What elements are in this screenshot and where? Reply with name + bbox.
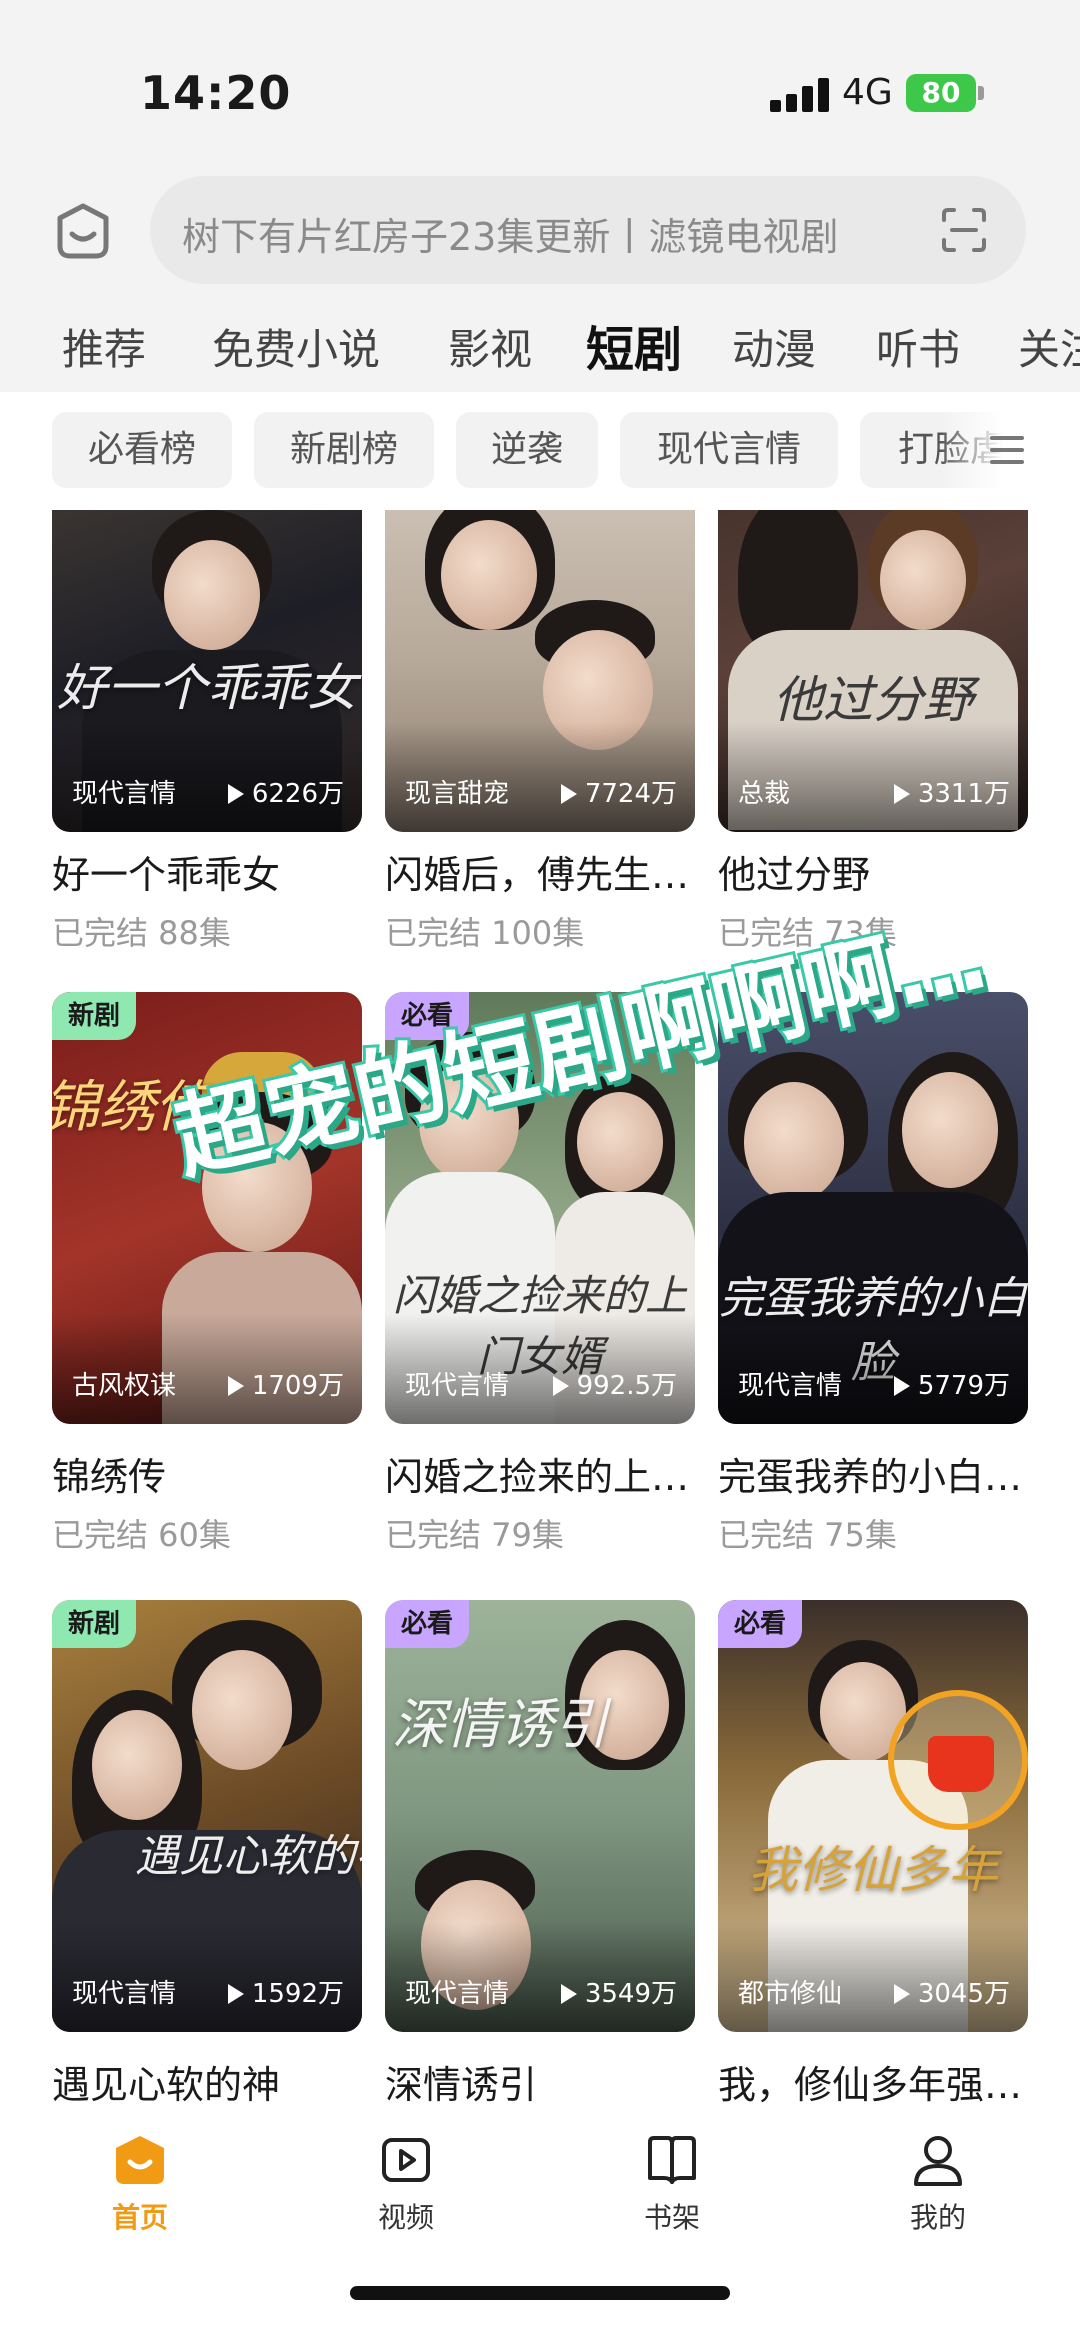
poster-image[interactable]: 深情诱引 必看 现代言情 3549万 bbox=[385, 1600, 695, 2032]
card-genre: 总裁 bbox=[738, 779, 791, 809]
play-count-icon bbox=[560, 784, 577, 804]
battery-tip bbox=[978, 86, 984, 100]
card-plays: 6226万 bbox=[227, 773, 344, 810]
app-screen: 14:20 4G 80 树下有片红房子23集更新丨滤镜电视剧 推荐 免费小说 影… bbox=[0, 0, 1080, 2341]
card-title[interactable]: 遇见心软的神 bbox=[52, 2054, 372, 2109]
card-genre: 现代言情 bbox=[405, 1371, 510, 1401]
profile-icon bbox=[910, 2132, 966, 2188]
poster-title: 好一个乖乖女 bbox=[57, 659, 357, 717]
chip-comeback[interactable]: 逆袭 bbox=[456, 412, 598, 488]
category-tabs: 推荐 免费小说 影视 短剧 动漫 听书 关注 bbox=[0, 316, 1080, 376]
status-time: 14:20 bbox=[140, 66, 292, 120]
home-indicator[interactable] bbox=[350, 2286, 730, 2300]
nav-profile[interactable]: 我的 bbox=[878, 2132, 998, 2236]
card-title[interactable]: 闪婚之捡来的上… bbox=[385, 1446, 705, 1501]
drama-grid: 好一个乖乖女 现代言情 6226万 好一个乖乖女 已完结 88集 现言甜宠 77… bbox=[0, 510, 1080, 2110]
badge-must-watch: 必看 bbox=[385, 1600, 470, 1648]
card-plays: 1709万 bbox=[227, 1365, 344, 1402]
card-meta: 已完结 88集 bbox=[52, 914, 231, 952]
tab-following[interactable]: 关注 bbox=[1018, 316, 1080, 376]
card-title[interactable]: 锦绣传 bbox=[52, 1446, 372, 1501]
card-genre: 古风权谋 bbox=[72, 1371, 177, 1401]
bottom-navigation: 首页 视频 书架 我的 bbox=[0, 2110, 1080, 2341]
tab-film-tv[interactable]: 影视 bbox=[448, 316, 532, 376]
tab-anime[interactable]: 动漫 bbox=[732, 316, 816, 376]
chip-new-drama[interactable]: 新剧榜 bbox=[254, 412, 434, 488]
card-genre: 现代言情 bbox=[405, 1979, 510, 2009]
card-meta: 已完结 79集 bbox=[385, 1516, 564, 1554]
nav-bookshelf[interactable]: 书架 bbox=[612, 2132, 732, 2236]
card-genre: 现代言情 bbox=[72, 1979, 177, 2009]
play-count-icon bbox=[560, 1984, 577, 2004]
play-count-icon bbox=[893, 1376, 910, 1396]
search-bar[interactable]: 树下有片红房子23集更新丨滤镜电视剧 bbox=[150, 176, 1026, 284]
card-title[interactable]: 闪婚后，傅先生… bbox=[385, 844, 705, 899]
nav-profile-label: 我的 bbox=[909, 2201, 966, 2234]
nav-video[interactable]: 视频 bbox=[346, 2132, 466, 2236]
poster-image[interactable]: 现言甜宠 7724万 bbox=[385, 510, 695, 832]
chip-must-watch[interactable]: 必看榜 bbox=[52, 412, 232, 488]
card-title[interactable]: 好一个乖乖女 bbox=[52, 844, 372, 899]
filter-chips: 必看榜 新剧榜 逆袭 现代言情 打脸虐渣 bbox=[0, 412, 1080, 490]
menu-icon[interactable] bbox=[990, 432, 1026, 468]
tab-short-drama[interactable]: 短剧 bbox=[586, 316, 682, 376]
poster-title: 遇见心软的神 bbox=[135, 1831, 362, 1882]
poster-image[interactable]: 好一个乖乖女 现代言情 6226万 bbox=[52, 510, 362, 832]
card-plays: 3549万 bbox=[560, 1973, 677, 2010]
card-plays: 5779万 bbox=[893, 1365, 1010, 1402]
app-logo-icon[interactable] bbox=[52, 200, 114, 262]
card-genre: 现言甜宠 bbox=[405, 779, 510, 809]
card-meta: 已完结 100集 bbox=[385, 914, 585, 952]
badge-must-watch: 必看 bbox=[718, 1600, 803, 1648]
play-count-icon bbox=[227, 784, 244, 804]
play-count-icon bbox=[893, 784, 910, 804]
card-plays: 3311万 bbox=[893, 773, 1010, 810]
poster-image[interactable]: 他过分野 总裁 3311万 bbox=[718, 510, 1028, 832]
video-play-icon bbox=[378, 2132, 434, 2188]
card-plays: 3045万 bbox=[893, 1973, 1010, 2010]
header-area: 14:20 4G 80 树下有片红房子23集更新丨滤镜电视剧 推荐 免费小说 影… bbox=[0, 0, 1080, 392]
signal-icon bbox=[770, 78, 834, 112]
card-plays: 7724万 bbox=[560, 773, 677, 810]
card-meta: 已完结 60集 bbox=[52, 1516, 231, 1554]
card-plays: 992.5万 bbox=[552, 1365, 677, 1402]
play-count-icon bbox=[552, 1376, 569, 1396]
scan-icon[interactable] bbox=[940, 206, 988, 254]
card-plays: 1592万 bbox=[227, 1973, 344, 2010]
nav-home[interactable]: 首页 bbox=[80, 2132, 200, 2236]
battery-icon: 80 bbox=[906, 74, 976, 112]
card-title[interactable]: 深情诱引 bbox=[385, 2054, 705, 2109]
card-genre: 现代言情 bbox=[72, 779, 177, 809]
badge-new: 新剧 bbox=[52, 992, 137, 1040]
nav-bookshelf-label: 书架 bbox=[643, 2201, 700, 2234]
card-title[interactable]: 完蛋我养的小白… bbox=[718, 1446, 1038, 1501]
bookshelf-icon bbox=[644, 2132, 700, 2188]
card-meta: 已完结 75集 bbox=[718, 1516, 897, 1554]
nav-home-label: 首页 bbox=[111, 2201, 168, 2234]
tab-free-novels[interactable]: 免费小说 bbox=[212, 316, 380, 376]
tab-audiobooks[interactable]: 听书 bbox=[876, 316, 960, 376]
play-count-icon bbox=[227, 1984, 244, 2004]
nav-video-label: 视频 bbox=[377, 2201, 434, 2234]
search-input[interactable]: 树下有片红房子23集更新丨滤镜电视剧 bbox=[182, 206, 902, 261]
card-genre: 现代言情 bbox=[738, 1371, 843, 1401]
badge-new: 新剧 bbox=[52, 1600, 137, 1648]
card-title[interactable]: 我，修仙多年强… bbox=[718, 2054, 1038, 2109]
poster-title: 深情诱引 bbox=[392, 1693, 608, 1756]
chip-modern-romance[interactable]: 现代言情 bbox=[620, 412, 838, 488]
network-type: 4G bbox=[842, 72, 893, 113]
reward-pot-icon[interactable] bbox=[888, 1690, 1028, 1830]
status-bar: 14:20 4G 80 bbox=[0, 0, 1080, 160]
poster-image[interactable]: 遇见心软的神 新剧 现代言情 1592万 bbox=[52, 1600, 362, 2032]
play-count-icon bbox=[227, 1376, 244, 1396]
poster-title: 我修仙多年 bbox=[748, 1841, 998, 1899]
home-icon bbox=[112, 2132, 168, 2188]
play-count-icon bbox=[893, 1984, 910, 2004]
tab-recommend[interactable]: 推荐 bbox=[62, 316, 146, 376]
card-genre: 都市修仙 bbox=[738, 1979, 843, 2009]
